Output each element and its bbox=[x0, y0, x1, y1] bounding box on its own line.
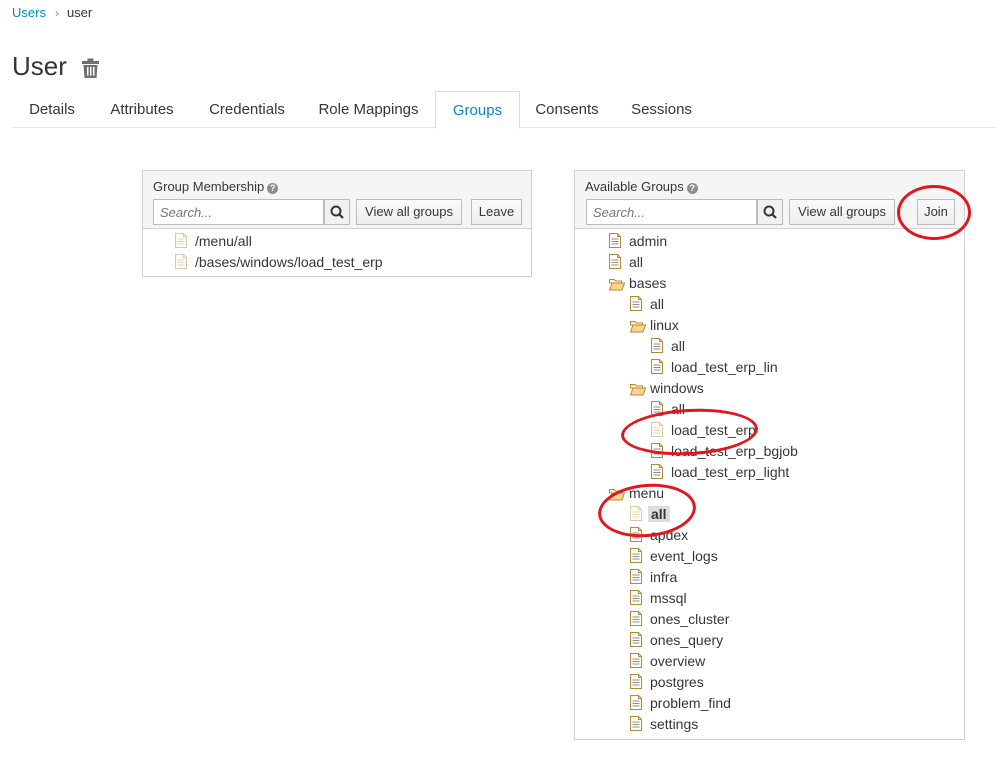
group-membership-title: Group Membership bbox=[153, 179, 265, 194]
tree-item-label: bases bbox=[629, 275, 667, 291]
file-icon bbox=[175, 254, 187, 269]
available-view-all-groups-button[interactable]: View all groups bbox=[789, 199, 895, 225]
file-icon bbox=[630, 590, 642, 605]
search-icon bbox=[763, 205, 777, 219]
file-icon bbox=[175, 233, 187, 248]
tree-item-label: windows bbox=[650, 380, 704, 396]
group-membership-header: Group Membership? View all groups Leave bbox=[143, 171, 531, 229]
annotation-circle-join bbox=[897, 185, 971, 240]
tree-item-label: load_test_erp_light bbox=[671, 464, 790, 480]
tab-groups[interactable]: Groups bbox=[435, 91, 520, 129]
breadcrumb-separator: › bbox=[54, 6, 59, 20]
breadcrumb-current: user bbox=[66, 5, 93, 20]
breadcrumb: Users › user bbox=[12, 5, 92, 20]
file-icon bbox=[630, 569, 642, 584]
tab-role-mappings[interactable]: Role Mappings bbox=[302, 91, 435, 128]
membership-view-all-groups-button[interactable]: View all groups bbox=[356, 199, 462, 225]
membership-search-button[interactable] bbox=[324, 199, 350, 225]
help-icon[interactable]: ? bbox=[267, 183, 279, 194]
file-icon bbox=[630, 296, 642, 311]
tab-sessions[interactable]: Sessions bbox=[614, 91, 709, 128]
tree-item-label: linux bbox=[650, 317, 679, 333]
tree-item-label: ones_cluster bbox=[650, 611, 730, 627]
group-membership-panel: Group Membership? View all groups Leave … bbox=[142, 170, 532, 277]
file-icon bbox=[630, 653, 642, 668]
tab-consents[interactable]: Consents bbox=[520, 91, 614, 128]
tab-details[interactable]: Details bbox=[12, 91, 92, 128]
file-icon bbox=[630, 611, 642, 626]
available-search-button[interactable] bbox=[757, 199, 783, 225]
tree-item-label: load_test_erp_lin bbox=[671, 359, 778, 375]
folder-open-icon bbox=[630, 321, 646, 333]
tree-item-label: overview bbox=[650, 653, 706, 669]
tree-item-label: all bbox=[650, 296, 665, 312]
folder-open-icon bbox=[630, 384, 646, 396]
tree-item-label: admin bbox=[629, 233, 668, 249]
tree-item-label: ones_query bbox=[650, 632, 724, 648]
tree-item-label: all bbox=[629, 254, 644, 270]
tree-item-label: infra bbox=[650, 569, 678, 585]
tree-item-label: all bbox=[671, 338, 686, 354]
file-icon bbox=[651, 338, 663, 353]
membership-search-input[interactable] bbox=[153, 199, 324, 225]
help-icon[interactable]: ? bbox=[686, 183, 698, 194]
page-title: User bbox=[12, 51, 67, 81]
file-icon bbox=[630, 695, 642, 710]
trash-icon[interactable] bbox=[81, 58, 100, 84]
tab-attributes[interactable]: Attributes bbox=[92, 91, 192, 128]
file-icon bbox=[630, 716, 642, 731]
search-icon bbox=[330, 205, 344, 219]
available-groups-title: Available Groups bbox=[585, 179, 684, 194]
tab-bar: Details Attributes Credentials Role Mapp… bbox=[12, 91, 996, 129]
file-icon bbox=[609, 233, 621, 248]
tab-credentials[interactable]: Credentials bbox=[192, 91, 302, 128]
available-groups-panel: Available Groups? View all groups Join a… bbox=[574, 170, 965, 740]
leave-button[interactable]: Leave bbox=[471, 199, 522, 225]
tree-item-label: problem_find bbox=[650, 695, 731, 711]
available-search-input[interactable] bbox=[586, 199, 757, 225]
tree-item-label: mssql bbox=[650, 590, 687, 606]
file-icon bbox=[630, 632, 642, 647]
file-icon bbox=[651, 464, 663, 479]
file-icon bbox=[651, 359, 663, 374]
folder-open-icon bbox=[609, 279, 625, 291]
tree-item-label: event_logs bbox=[650, 548, 718, 564]
tree-item-label: postgres bbox=[650, 674, 704, 690]
breadcrumb-users-link[interactable]: Users bbox=[12, 5, 46, 20]
file-icon bbox=[630, 674, 642, 689]
tree-item-label: /menu/all bbox=[195, 233, 252, 249]
tree-item-label: /bases/windows/load_test_erp bbox=[195, 254, 383, 270]
tree-item-label: settings bbox=[650, 716, 699, 732]
file-icon bbox=[609, 254, 621, 269]
file-icon bbox=[630, 548, 642, 563]
